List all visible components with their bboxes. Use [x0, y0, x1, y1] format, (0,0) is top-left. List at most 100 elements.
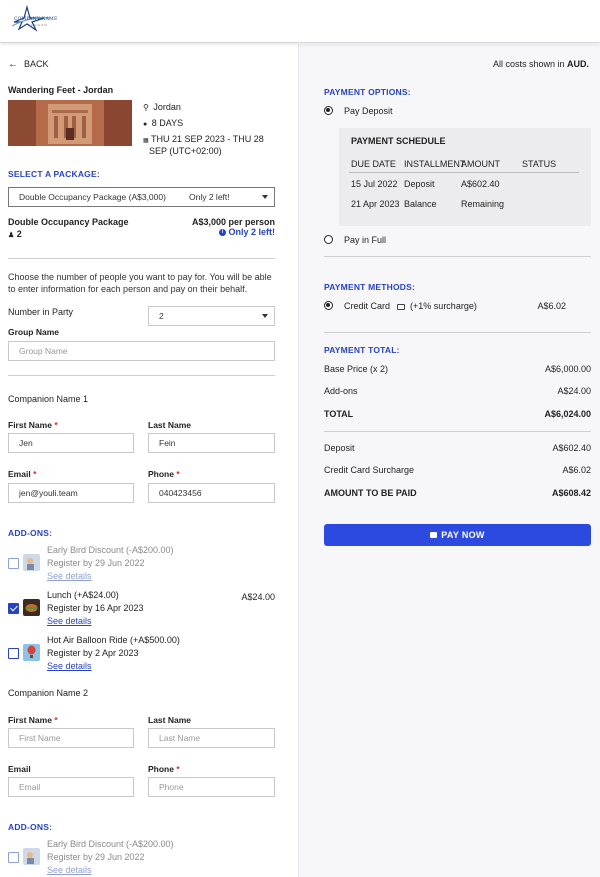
addon-name: Early Bird Discount (-A$200.00) [47, 839, 174, 849]
logo-text: COMPANY NAME [14, 17, 58, 22]
schedule-cell-installment: Balance [404, 199, 437, 209]
package-count: 2 [16, 229, 22, 239]
addon-deadline: Register by 16 Apr 2023 [47, 603, 144, 613]
divider [8, 258, 275, 259]
addon-checkbox[interactable] [8, 648, 19, 659]
payment-schedule: PAYMENT SCHEDULE DUE DATE INSTALLMENT AM… [339, 128, 591, 226]
back-button[interactable]: ← BACK [8, 59, 49, 70]
addon-thumbnail [23, 644, 40, 661]
back-label: BACK [24, 59, 49, 69]
companion-2-first-name-input[interactable]: First Name [8, 728, 134, 748]
chevron-down-icon [262, 195, 268, 199]
addons-heading: ADD-ONS: [8, 528, 53, 538]
companion-1-title: Companion Name 1 [8, 394, 89, 404]
required-marker: * [176, 764, 180, 774]
pay-deposit-radio[interactable] [324, 106, 333, 115]
party-number-value: 2 [159, 311, 164, 321]
credit-card-icon [396, 303, 405, 310]
companion-1-phone-input[interactable]: 040423456 [148, 483, 275, 503]
pay-in-full-label: Pay in Full [344, 235, 387, 245]
addon-checkbox[interactable] [8, 852, 19, 863]
pay-now-label: PAY NOW [441, 530, 485, 540]
trip-image [8, 100, 132, 146]
required-marker: * [54, 715, 58, 725]
required-marker: * [54, 420, 58, 430]
trip-dates-line1: THU 21 SEP 2023 - THU 28 [151, 134, 264, 144]
addon-see-details-link[interactable]: See details [47, 661, 92, 671]
trip-location-row: ⚲ Jordan [143, 102, 181, 112]
top-bar: COMPANY NAME SLOGAN [0, 0, 600, 43]
schedule-header-installment: INSTALLMENT [404, 159, 466, 169]
payment-summary-panel: All costs shown in AUD. PAYMENT OPTIONS:… [298, 44, 600, 877]
credit-card-radio[interactable] [324, 301, 333, 310]
amount-due-value: A$608.42 [551, 488, 591, 498]
chevron-down-icon [262, 314, 268, 318]
addon-see-details-link[interactable]: See details [47, 865, 92, 875]
payment-total-heading: PAYMENT TOTAL: [324, 345, 400, 355]
companion-2-phone-input[interactable]: Phone [148, 777, 275, 797]
trip-dates-row: ▦ THU 21 SEP 2023 - THU 28 SEP (UTC+02:0… [143, 134, 293, 156]
label-text: First Name [8, 420, 52, 430]
addon-see-details-link[interactable]: See details [47, 616, 92, 626]
trip-duration-row: ● 8 DAYS [143, 118, 183, 128]
companion-2-first-label: First Name * [8, 715, 58, 725]
companion-1-first-name-input[interactable]: Jen [8, 433, 134, 453]
trip-dates-line2: SEP (UTC+02:00) [149, 146, 222, 156]
package-count-row: ♟ 2 [8, 229, 22, 239]
companion-1-last-name-input[interactable]: Fein [148, 433, 275, 453]
addon-checkbox[interactable] [8, 558, 19, 569]
companion-1-email-input[interactable]: jen@youli.team [8, 483, 134, 503]
pay-deposit-label: Pay Deposit [344, 106, 393, 116]
amount-due-label: AMOUNT TO BE PAID [324, 488, 417, 498]
pay-in-full-radio[interactable] [324, 235, 333, 244]
trip-title: Wandering Feet - Jordan [8, 85, 114, 95]
schedule-cell-date: 15 Jul 2022 [351, 179, 398, 189]
label-text: First Name [8, 715, 52, 725]
package-select[interactable]: Double Occupancy Package (A$3,000) Only … [8, 187, 275, 207]
package-name: Double Occupancy Package [8, 217, 129, 227]
divider [8, 375, 275, 376]
pay-now-button[interactable]: PAY NOW [324, 524, 591, 546]
package-availability-row: i Only 2 left! [150, 227, 275, 237]
credit-card-row: Credit Card (+1% surcharge) [344, 301, 477, 311]
payment-schedule-title: PAYMENT SCHEDULE [351, 136, 446, 146]
trip-duration: 8 DAYS [151, 118, 184, 128]
addons-total-label: Add-ons [324, 386, 358, 396]
divider [324, 256, 591, 257]
companion-1-phone-label: Phone * [148, 469, 180, 479]
costs-note: All costs shown in AUD. [399, 59, 589, 69]
package-price: A$3,000 per person [191, 217, 275, 227]
addon-name: Hot Air Balloon Ride (+A$500.00) [47, 635, 180, 645]
costs-note-prefix: All costs shown in [492, 59, 567, 69]
deposit-label: Deposit [324, 443, 355, 453]
clock-icon: ● [143, 121, 148, 128]
package-select-badge: Only 2 left! [189, 192, 230, 202]
package-availability: Only 2 left! [228, 227, 275, 237]
companion-2-title: Companion Name 2 [8, 688, 89, 698]
addon-thumbnail [23, 554, 40, 571]
package-select-value: Double Occupancy Package (A$3,000) [19, 192, 166, 202]
label-text: Phone [148, 764, 174, 774]
logo-slogan: SLOGAN [28, 23, 48, 27]
addons-heading: ADD-ONS: [8, 822, 53, 832]
divider [324, 332, 591, 333]
trip-location: Jordan [153, 102, 181, 112]
companion-2-email-label: Email [8, 764, 31, 774]
addon-checkbox-checked[interactable] [8, 603, 19, 614]
schedule-cell-amount: Remaining [461, 199, 505, 209]
label-text: Phone [148, 469, 174, 479]
companion-2-last-name-input[interactable]: Last Name [148, 728, 275, 748]
addon-thumbnail [23, 599, 40, 616]
booking-form-panel: ← BACK Wandering Feet - Jordan ⚲ Jordan ●… [0, 44, 298, 877]
group-name-input[interactable]: Group Name [8, 341, 275, 361]
addon-deadline: Register by 29 Jun 2022 [47, 558, 145, 568]
total-value: A$6,024.00 [544, 409, 591, 419]
arrow-left-icon: ← [8, 59, 18, 70]
companion-2-email-input[interactable]: Email [8, 777, 134, 797]
party-number-select[interactable]: 2 [148, 306, 275, 326]
surcharge-value: A$6.02 [562, 465, 591, 475]
addon-see-details-link[interactable]: See details [47, 571, 92, 581]
required-marker: * [176, 469, 180, 479]
costs-note-currency: AUD. [567, 59, 589, 69]
deposit-value: A$602.40 [552, 443, 591, 453]
